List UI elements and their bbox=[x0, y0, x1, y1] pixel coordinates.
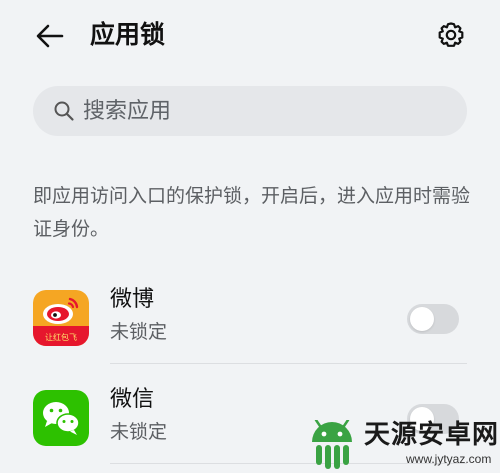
search-input[interactable] bbox=[83, 91, 443, 131]
description-text: 即应用访问入口的保护锁，开启后，进入应用时需验证身份。 bbox=[33, 185, 471, 240]
wechat-icon bbox=[33, 390, 89, 446]
toggle-knob bbox=[410, 307, 434, 331]
search-bar[interactable] bbox=[33, 86, 467, 136]
lock-toggle-weibo[interactable] bbox=[407, 304, 459, 334]
watermark-url: www.jytyaz.com bbox=[406, 452, 492, 466]
app-status: 未锁定 bbox=[110, 421, 168, 443]
watermark-text: 天源安卓网 bbox=[364, 420, 500, 450]
watermark: 天源安卓网 www.jytyaz.com bbox=[302, 418, 500, 473]
app-status: 未锁定 bbox=[110, 321, 168, 343]
header: 应用锁 bbox=[0, 0, 500, 70]
weibo-icon-caption: 让红包飞 bbox=[45, 332, 77, 342]
list-item-weibo[interactable]: 让红包飞 微博 未锁定 bbox=[0, 284, 500, 384]
app-name: 微信 bbox=[110, 387, 155, 412]
arrow-left-icon bbox=[36, 24, 64, 48]
app-name: 微博 bbox=[110, 287, 155, 312]
search-icon bbox=[53, 100, 75, 122]
divider bbox=[110, 363, 467, 364]
back-button[interactable] bbox=[30, 16, 70, 56]
settings-button[interactable] bbox=[430, 14, 472, 56]
page-title: 应用锁 bbox=[90, 20, 166, 49]
app-lock-screen: 应用锁 即应用访问入口的保护锁，开启后，进入应用时需验证身份。 bbox=[0, 0, 500, 473]
gear-icon bbox=[438, 22, 464, 47]
weibo-icon: 让红包飞 bbox=[33, 290, 89, 346]
android-logo-icon bbox=[312, 420, 352, 469]
